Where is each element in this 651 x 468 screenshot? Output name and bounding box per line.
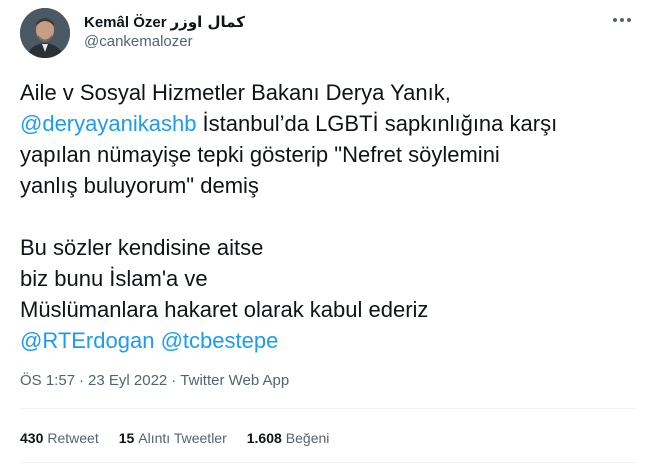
divider (20, 408, 635, 409)
tweet-text-line: yapılan nümayişe tepki gösterip "Nefret … (20, 139, 635, 170)
tweet-text-line: yanlış buluyorum" demiş (20, 170, 635, 201)
tweet-text-line: Müslümanlara hakaret olarak kabul ederiz (20, 294, 635, 325)
divider (20, 462, 635, 463)
paragraph-break (20, 201, 635, 232)
more-horizontal-icon (627, 18, 631, 22)
avatar[interactable] (20, 8, 70, 58)
tweet-meta: ÖS 1:57 · 23 Eyl 2022 · Twitter Web App (20, 372, 289, 389)
tweet-text-line: @RTErdogan @tcbestepe (20, 325, 635, 356)
stat-label: Retweet (47, 430, 99, 446)
author-display-name-arabic[interactable]: كمال اوزر (171, 13, 245, 31)
tweet-date[interactable]: 23 Eyl 2022 (88, 372, 167, 389)
tweet-card: Kemâl Özer كمال اوزر @cankemalozer Aile … (0, 0, 651, 468)
meta-separator: · (171, 372, 177, 389)
stat-label: Beğeni (285, 430, 330, 446)
tweet-text-segment: Müslümanlara hakaret olarak kabul ederiz (20, 297, 429, 322)
tweet-text-line: @deryayanikashb İstanbul’da LGBTİ sapkın… (20, 108, 635, 139)
tweet-text-segment: İstanbul’da LGBTİ sapkınlığına karşı (196, 111, 558, 136)
stat-count: 430 (20, 430, 44, 446)
stat-retweets[interactable]: 430 Retweet (20, 430, 99, 446)
stat-quote-tweets[interactable]: 15 Alıntı Tweetler (119, 430, 227, 446)
tweet-text-line: Aile v Sosyal Hizmetler Bakanı Derya Yan… (20, 77, 635, 108)
tweet-source[interactable]: Twitter Web App (180, 372, 289, 389)
tweet-text-segment: yapılan nümayişe tepki gösterip "Nefret … (20, 142, 500, 167)
mention-link[interactable]: @RTErdogan (20, 328, 154, 353)
tweet-text-line: Bu sözler kendisine aitse (20, 232, 635, 263)
tweet-text-segment: biz bunu İslam'a ve (20, 266, 208, 291)
more-options-button[interactable] (609, 10, 635, 30)
more-horizontal-icon (613, 18, 617, 22)
stat-likes[interactable]: 1.608 Beğeni (247, 430, 330, 446)
tweet-time[interactable]: ÖS 1:57 (20, 372, 75, 389)
author-handle[interactable]: @cankemalozer (84, 33, 193, 50)
avatar-portrait-icon (20, 8, 70, 58)
tweet-text-segment: Bu sözler kendisine aitse (20, 235, 264, 260)
tweet-text: Aile v Sosyal Hizmetler Bakanı Derya Yan… (20, 77, 635, 356)
meta-separator: · (79, 372, 85, 389)
tweet-text-segment: Aile v Sosyal Hizmetler Bakanı Derya Yan… (20, 80, 451, 105)
stat-label: Alıntı Tweetler (138, 430, 227, 446)
tweet-text-line: biz bunu İslam'a ve (20, 263, 635, 294)
more-horizontal-icon (620, 18, 624, 22)
tweet-stats: 430 Retweet 15 Alıntı Tweetler 1.608 Beğ… (20, 430, 329, 446)
stat-count: 1.608 (246, 430, 282, 446)
mention-link[interactable]: @deryayanikashb (20, 111, 196, 136)
stat-count: 15 (118, 430, 135, 446)
author-name-row[interactable]: Kemâl Özer كمال اوزر (84, 13, 245, 31)
mention-link[interactable]: @tcbestepe (161, 328, 279, 353)
tweet-text-segment: yanlış buluyorum" demiş (20, 173, 259, 198)
author-display-name[interactable]: Kemâl Özer (84, 14, 167, 31)
